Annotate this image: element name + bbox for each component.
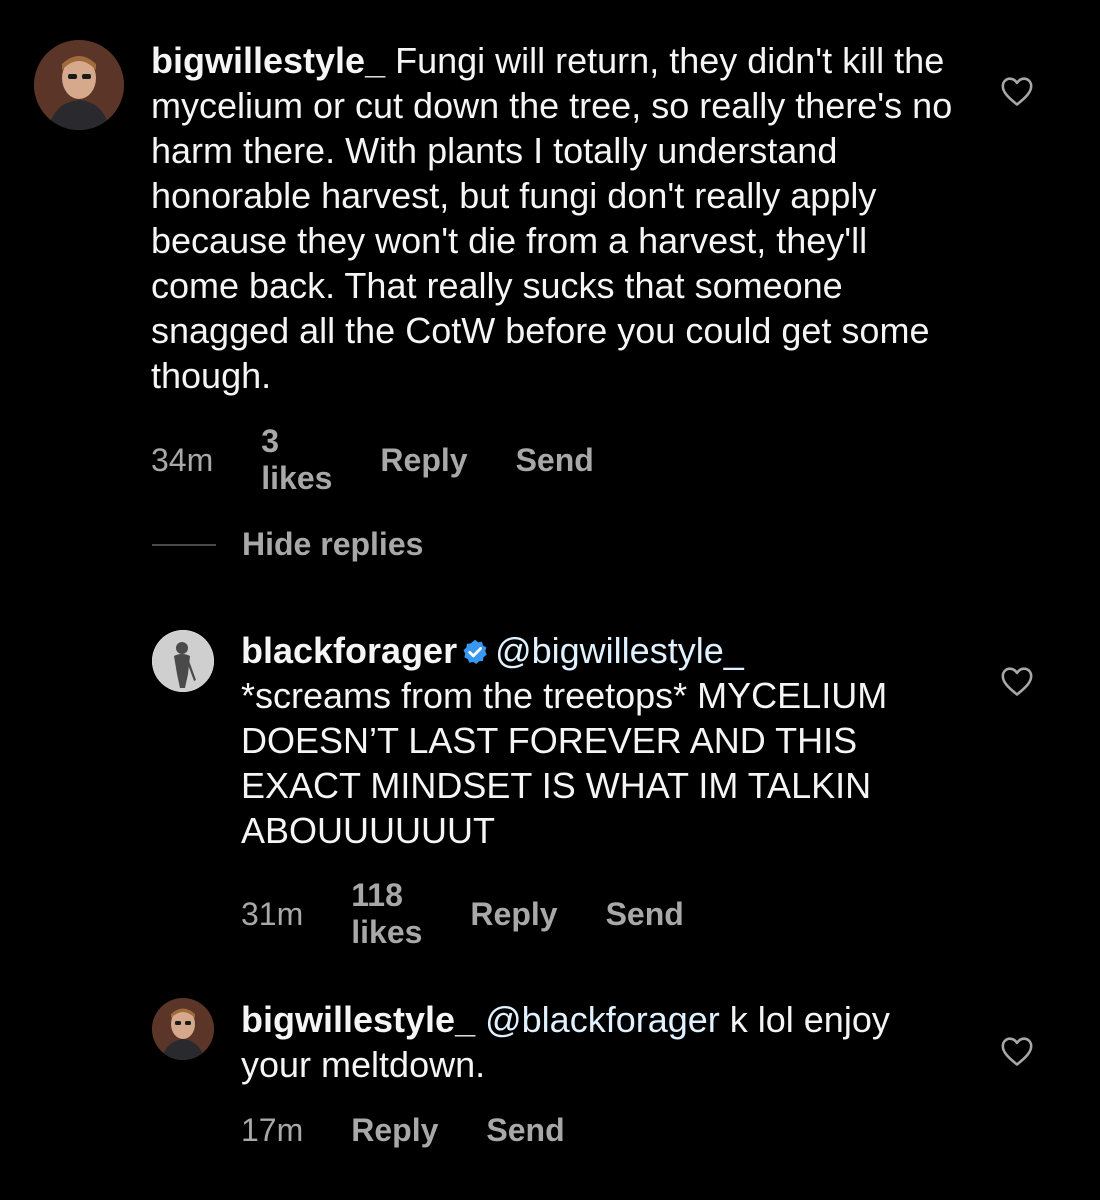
divider-line: [152, 543, 216, 546]
reply-button[interactable]: Reply: [470, 896, 557, 933]
heart-icon[interactable]: [1000, 75, 1034, 107]
send-button[interactable]: Send: [516, 442, 594, 479]
user-avatar[interactable]: [152, 630, 214, 692]
likes-count-link[interactable]: 3 likes: [261, 423, 332, 497]
user-avatar[interactable]: [152, 998, 214, 1060]
comment-meta: 34m 3 likes Reply Send: [151, 423, 594, 497]
reply-text: bigwillestyle_ @blackforager k lol enjoy…: [241, 997, 961, 1087]
hide-replies-button[interactable]: Hide replies: [152, 526, 423, 563]
reply-text: blackforager @bigwillestyle_ *screams fro…: [241, 628, 961, 853]
comment-username[interactable]: bigwillestyle_: [151, 40, 385, 81]
comment-body: Fungi will return, they didn't kill the …: [151, 40, 963, 396]
reply-button[interactable]: Reply: [380, 442, 467, 479]
reply-body: *screams from the treetops* MYCELIUM DOE…: [241, 675, 898, 851]
avatar-silhouette-icon: [152, 630, 214, 692]
reply-time: 31m: [241, 895, 304, 932]
avatar-man-icon: [152, 998, 214, 1060]
reply-mention[interactable]: @blackforager: [485, 999, 720, 1040]
comment-text: bigwillestyle_ Fungi will return, they d…: [151, 38, 961, 398]
reply-username[interactable]: blackforager: [241, 630, 457, 671]
avatar-man-icon: [34, 40, 124, 130]
reply-username[interactable]: bigwillestyle_: [241, 999, 475, 1040]
user-avatar[interactable]: [34, 40, 124, 130]
reply-meta: 17m Reply Send: [241, 1112, 565, 1149]
send-button[interactable]: Send: [606, 896, 684, 933]
reply-button[interactable]: Reply: [351, 1112, 438, 1149]
reply-meta: 31m 118 likes Reply Send: [241, 877, 684, 951]
comment-time: 34m: [151, 441, 214, 478]
heart-icon[interactable]: [1000, 665, 1034, 697]
hide-replies-label: Hide replies: [242, 526, 424, 562]
heart-icon[interactable]: [1000, 1035, 1034, 1067]
reply-time: 17m: [241, 1112, 304, 1148]
send-button[interactable]: Send: [486, 1112, 564, 1149]
likes-count-link[interactable]: 118 likes: [351, 877, 422, 951]
verified-badge-icon: [463, 639, 487, 665]
reply-mention[interactable]: @bigwillestyle_: [495, 630, 744, 671]
